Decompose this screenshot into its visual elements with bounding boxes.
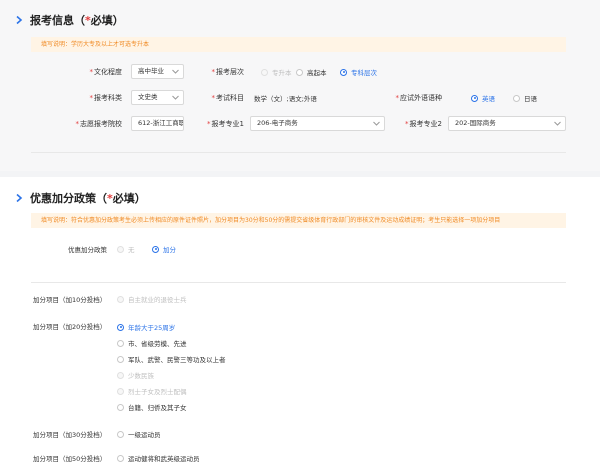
bonus-option-age-over-25[interactable]: 年龄大于25周岁 bbox=[117, 322, 175, 332]
subjects-value: 数学（文）;语文;外语 bbox=[254, 95, 317, 103]
level-option-junior-college[interactable]: 专科层次 bbox=[340, 67, 377, 77]
bonus-group-50-label: 加分项目（加50分投档） bbox=[33, 455, 107, 463]
section-title: 优惠加分政策（*必填） bbox=[30, 192, 146, 205]
chevron-right-icon bbox=[16, 15, 23, 25]
bonus-option-martyr-family[interactable]: 烈士子女及烈士配偶 bbox=[117, 386, 187, 396]
chevron-down-icon bbox=[554, 121, 561, 126]
level-option-upgrade[interactable]: 专升本 bbox=[261, 67, 292, 77]
bonus-option-veteran[interactable]: 自主就业的退役士兵 bbox=[117, 294, 187, 304]
bonus-group-20-label: 加分项目（加20分投档） bbox=[33, 323, 107, 331]
policy-option-none[interactable]: 无 bbox=[117, 244, 135, 254]
language-label: *应试外语语种 bbox=[395, 94, 443, 102]
divider bbox=[31, 282, 566, 283]
language-option-english[interactable]: 英语 bbox=[471, 93, 495, 103]
major2-label: *报考专业2 bbox=[405, 120, 442, 128]
chevron-down-icon bbox=[373, 121, 380, 126]
bonus-option-master-athlete[interactable]: 运动健将和武英级运动员 bbox=[117, 453, 200, 463]
category-select[interactable]: 文史类 bbox=[131, 90, 184, 105]
divider bbox=[31, 152, 566, 153]
policy-label: 优惠加分政策 bbox=[68, 246, 107, 254]
chevron-down-icon bbox=[172, 69, 179, 74]
category-label: *报考科类 bbox=[89, 94, 123, 102]
bonus-policy-panel: 优惠加分政策（*必填） 填写说明：符合优惠加分政策考生必须上传相应的原件证件照片… bbox=[0, 177, 600, 470]
chevron-down-icon bbox=[172, 95, 179, 100]
school-select[interactable]: 612-浙江工商职业技术学院 bbox=[131, 116, 184, 131]
bonus-option-ethnic-minority[interactable]: 少数民族 bbox=[117, 370, 154, 380]
bonus-option-merit[interactable]: 军队、武警、民警三等功及以上者 bbox=[117, 354, 226, 364]
bonus-option-first-class-athlete[interactable]: 一级运动员 bbox=[117, 429, 161, 439]
fill-notice: 填写说明：符合优惠加分政策考生必须上传相应的原件证件照片，加分项目为30分和50… bbox=[31, 213, 566, 228]
bonus-group-10-label: 加分项目（加10分投档） bbox=[33, 296, 107, 304]
level-option-hs-undergrad[interactable]: 高起本 bbox=[296, 67, 327, 77]
bonus-option-model-worker[interactable]: 市、省级劳模、先进 bbox=[117, 338, 187, 348]
section-header: 优惠加分政策（*必填） bbox=[14, 190, 146, 206]
education-select[interactable]: 高中毕业 bbox=[131, 64, 184, 79]
level-label: *报考层次 bbox=[211, 68, 245, 76]
section-title: 报考信息（*必填） bbox=[30, 14, 124, 27]
major1-label: *报考专业1 bbox=[207, 120, 244, 128]
education-label: *文化程度 bbox=[89, 68, 123, 76]
policy-option-bonus[interactable]: 加分 bbox=[152, 244, 176, 254]
section-header: 报考信息（*必填） bbox=[14, 12, 124, 28]
subjects-label: *考试科目 bbox=[211, 94, 245, 102]
bonus-group-30-label: 加分项目（加30分投档） bbox=[33, 431, 107, 439]
fill-notice: 填写说明：学历大专及以上才可选专升本 bbox=[31, 37, 566, 52]
major2-select[interactable]: 202-国际商务 bbox=[448, 116, 566, 131]
bonus-option-taiwan-overseas[interactable]: 台籍、归侨及其子女 bbox=[117, 402, 187, 412]
school-label: *志愿报考院校 bbox=[75, 120, 123, 128]
major1-select[interactable]: 206-电子商务 bbox=[250, 116, 385, 131]
chevron-right-icon bbox=[16, 193, 23, 203]
language-option-japanese[interactable]: 日语 bbox=[513, 93, 537, 103]
registration-info-panel: 报考信息（*必填） 填写说明：学历大专及以上才可选专升本 *文化程度 高中毕业 … bbox=[0, 0, 600, 171]
